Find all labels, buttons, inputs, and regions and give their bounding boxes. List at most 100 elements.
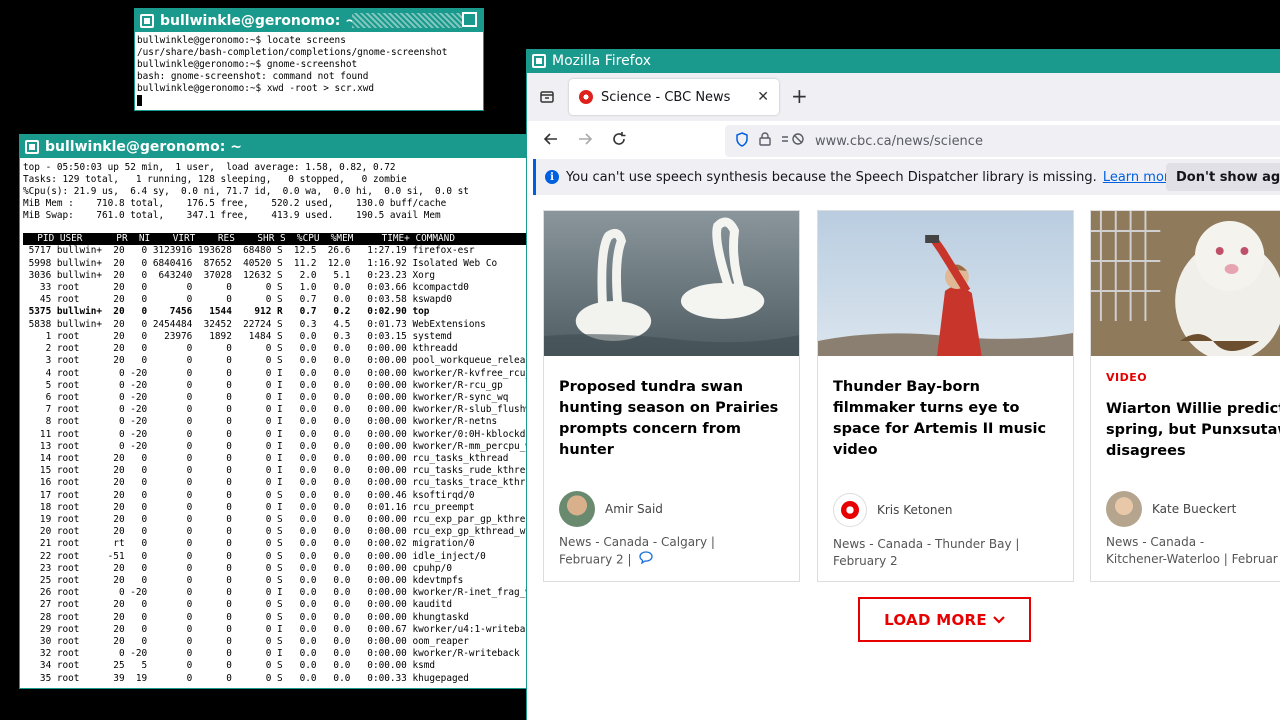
story-date: February 2 |: [559, 552, 632, 567]
terminal-window-top[interactable]: bullwinkle@geronomo: ~ top - 05:50:03 up…: [19, 134, 527, 689]
story-kicker: VIDEO: [1106, 371, 1148, 384]
story-author[interactable]: Kate Bueckert: [1106, 491, 1236, 527]
story-image-groundhog[interactable]: [1091, 211, 1280, 361]
terminal-line: MiB Mem : 710.8 total, 176.5 free, 520.2…: [23, 198, 447, 210]
terminal-title: bullwinkle@geronomo: ~: [45, 138, 242, 155]
back-icon[interactable]: [543, 131, 559, 151]
terminal-window-small[interactable]: bullwinkle@geronomo: ~ bullwinkle@gerono…: [134, 8, 484, 111]
process-row: 26 root 0 -20 0 0 0 I 0.0 0.0 0:00.00 kw…: [23, 587, 526, 599]
dont-show-again-button[interactable]: Don't show ag: [1166, 163, 1280, 191]
story-card[interactable]: VIDEO Wiarton Willie predicts e spring, …: [1090, 210, 1280, 582]
firefox-title: Mozilla Firefox: [552, 53, 652, 69]
terminal-cursor: [137, 95, 142, 106]
speech-synthesis-notification: i You can't use speech synthesis because…: [533, 159, 1280, 195]
story-headline[interactable]: Wiarton Willie predicts e spring, but Pu…: [1106, 399, 1280, 462]
terminal-line: Tasks: 129 total, 1 running, 128 sleepin…: [23, 174, 407, 186]
tracking-protection-shield-icon[interactable]: [735, 131, 749, 151]
terminal-titlebar[interactable]: bullwinkle@geronomo: ~: [20, 135, 526, 158]
cbc-logo-icon: [833, 493, 867, 527]
load-more-label: LOAD MORE: [884, 610, 987, 629]
process-row: 22 root -51 0 0 0 0 S 0.0 0.0 0:00.00 id…: [23, 550, 486, 562]
story-author[interactable]: Amir Said: [559, 491, 663, 527]
process-row: 1 root 20 0 23976 1892 1484 S 0.0 0.3 0:…: [23, 330, 452, 342]
process-row: 15 root 20 0 0 0 0 I 0.0 0.0 0:00.00 rcu…: [23, 465, 526, 477]
process-row: 19 root 20 0 0 0 0 S 0.0 0.0 0:00.00 rcu…: [39, 513, 526, 525]
terminal-output[interactable]: bullwinkle@geronomo:~$ locate screens/us…: [135, 32, 483, 110]
comments-icon[interactable]: [639, 551, 653, 569]
firefox-window[interactable]: Mozilla Firefox Science - CBC News ✕ + w…: [526, 49, 1280, 720]
info-icon: i: [545, 170, 559, 184]
author-name: Kris Ketonen: [877, 503, 953, 517]
permissions-icon[interactable]: [781, 132, 805, 151]
process-row: 5375 bullwin+ 20 0 7456 1544 912 R 0.7 0…: [23, 306, 430, 318]
terminal-line: top - 05:50:03 up 52 min, 1 user, load a…: [23, 162, 396, 173]
process-row: 7 root 0 -20 0 0 0 I 0.0 0.0 0:00.00 kwo…: [23, 404, 526, 416]
process-row: 33 root 20 0 0 0 0 S 1.0 0.0 0:03.66 kco…: [23, 282, 469, 294]
story-date: Kitchener-Waterloo | Februar: [1106, 552, 1278, 566]
story-date: February 2: [833, 554, 898, 568]
story-headline[interactable]: Proposed tundra swan hunting season on P…: [559, 377, 791, 461]
process-row: 18 root 20 0 0 0 0 I 0.0 0.0 0:01.16 rcu…: [23, 501, 475, 513]
process-row: 21 root rt 0 0 0 0 S 0.0 0.0 0:00.02 mig…: [23, 538, 475, 550]
story-headline[interactable]: Thunder Bay-born filmmaker turns eye to …: [833, 377, 1065, 461]
process-row: 5998 bullwin+ 20 0 6840416 87652 40520 S…: [23, 257, 498, 269]
process-list: 5717 bullwin+ 20 0 3123916 193628 68480 …: [20, 245, 526, 684]
author-name: Kate Bueckert: [1152, 502, 1237, 516]
titlebar-drag-area[interactable]: [352, 13, 462, 28]
terminal-title: bullwinkle@geronomo: ~: [160, 12, 357, 29]
process-row: 16 root 20 0 0 0 0 I 0.0 0.0 0:00.00 rcu…: [23, 477, 526, 489]
process-row: 25 root 20 0 0 0 0 S 0.0 0.0 0:00.00 kde…: [23, 574, 464, 586]
process-row: 27 root 20 0 0 0 0 S 0.0 0.0 0:00.00 kau…: [23, 599, 452, 611]
tab-bar: Science - CBC News ✕ +: [527, 73, 1280, 121]
terminal-line: bullwinkle@geronomo:~$ xwd -root > scr.x…: [137, 83, 375, 94]
process-row: 11 root 0 -20 0 0 0 I 0.0 0.0 0:00.00 kw…: [23, 428, 526, 440]
terminal-prompt-line[interactable]: [137, 95, 481, 107]
firefox-view-icon[interactable]: [539, 89, 555, 105]
process-row: 34 root 25 5 0 0 0 S 0.0 0.0 0:00.00 ksm…: [23, 660, 436, 672]
author-avatar: [1106, 491, 1142, 527]
process-row: 35 root 39 19 0 0 0 S 0.0 0.0 0:00.33 kh…: [23, 672, 469, 684]
process-row: 4 root 0 -20 0 0 0 I 0.0 0.0 0:00.00 kwo…: [23, 367, 526, 379]
reload-icon[interactable]: [611, 131, 627, 151]
process-row: 13 root 0 -20 0 0 0 I 0.0 0.0 0:00.00 kw…: [23, 440, 526, 452]
process-row: 28 root 20 0 0 0 0 S 0.0 0.0 0:00.00 khu…: [23, 611, 469, 623]
story-card[interactable]: Proposed tundra swan hunting season on P…: [543, 210, 800, 582]
process-row: 2 root 20 0 0 0 0 S 0.0 0.0 0:00.00 kthr…: [23, 343, 458, 355]
process-row: 23 root 20 0 0 0 0 S 0.0 0.0 0:00.00 cpu…: [23, 562, 452, 574]
author-avatar: [559, 491, 595, 527]
tab-science-cbc-news[interactable]: Science - CBC News ✕: [569, 79, 779, 115]
window-menu-icon[interactable]: [25, 139, 39, 154]
author-name: Amir Said: [605, 502, 663, 516]
process-row: 8 root 0 -20 0 0 0 I 0.0 0.0 0:00.00 kwo…: [23, 416, 498, 428]
story-meta: News - Canada - Kitchener-Waterloo | Feb…: [1106, 534, 1280, 568]
process-row: 29 root 20 0 0 0 0 I 0.0 0.0 0:00.67 kwo…: [23, 623, 526, 635]
story-meta-line: News - Canada -: [1106, 535, 1205, 549]
story-card[interactable]: Thunder Bay-born filmmaker turns eye to …: [817, 210, 1074, 582]
forward-icon[interactable]: [577, 131, 593, 151]
maximize-icon[interactable]: [462, 12, 477, 27]
terminal-line: bullwinkle@geronomo:~$ locate screens: [137, 35, 346, 46]
process-row: 30 root 20 0 0 0 0 S 0.0 0.0 0:00.00 oom…: [23, 635, 469, 647]
address-bar[interactable]: www.cbc.ca/news/science: [725, 125, 1280, 157]
terminal-titlebar[interactable]: bullwinkle@geronomo: ~: [135, 9, 483, 32]
close-tab-icon[interactable]: ✕: [757, 89, 769, 105]
process-row: 5717 bullwin+ 20 0 3123916 193628 68480 …: [23, 245, 475, 257]
firefox-titlebar[interactable]: Mozilla Firefox: [527, 49, 1280, 73]
lock-icon[interactable]: [759, 131, 771, 151]
cbc-favicon-icon: [579, 90, 593, 104]
story-image-filmmaker[interactable]: [818, 211, 1073, 356]
story-author[interactable]: Kris Ketonen: [833, 493, 953, 527]
new-tab-icon[interactable]: +: [791, 86, 808, 106]
window-menu-icon[interactable]: [140, 13, 154, 28]
process-row: 17 root 20 0 0 0 0 S 0.0 0.0 0:00.46 kso…: [23, 489, 475, 501]
story-meta: News - Canada - Calgary | February 2 |: [559, 534, 789, 569]
process-row: 3 root 20 0 0 0 0 S 0.0 0.0 0:00.00 pool…: [23, 355, 526, 367]
notification-text: You can't use speech synthesis because t…: [566, 169, 1097, 185]
story-image-swans[interactable]: [544, 211, 799, 356]
load-more-button[interactable]: LOAD MORE: [858, 597, 1031, 642]
page-content: Proposed tundra swan hunting season on P…: [527, 199, 1280, 720]
navigation-bar: www.cbc.ca/news/science: [527, 121, 1280, 161]
url-text: www.cbc.ca/news/science: [815, 133, 983, 149]
story-meta-line: News - Canada - Calgary |: [559, 535, 715, 549]
window-menu-icon[interactable]: [532, 54, 546, 68]
